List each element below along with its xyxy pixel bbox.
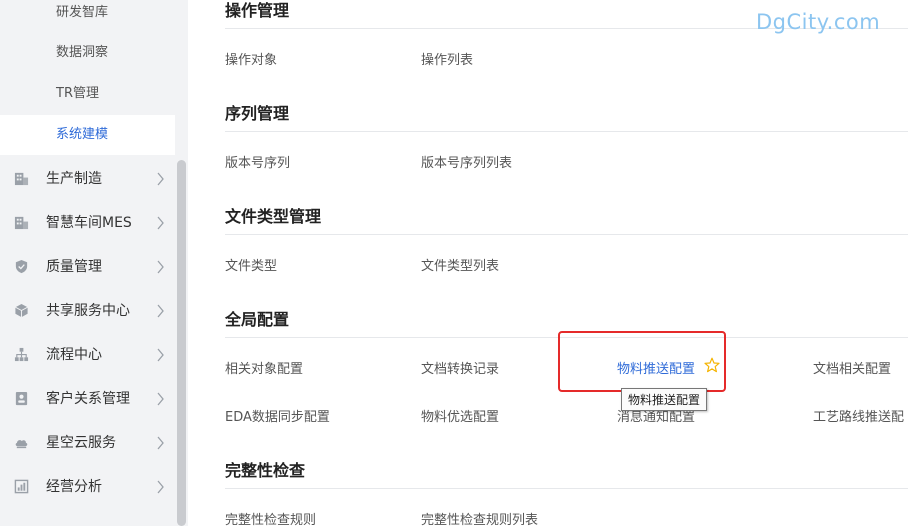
sidebar-scrollbar-thumb[interactable] — [177, 160, 186, 526]
watermark: DgCity.com — [756, 10, 881, 34]
sidebar-item-label: 生产制造 — [46, 171, 102, 187]
link-doc-related-config[interactable]: 文档相关配置 — [813, 358, 891, 377]
sidebar-subitem-label: 研发智库 — [56, 5, 109, 20]
link-integrity-rule[interactable]: 完整性检查规则 — [225, 509, 316, 526]
section-title-file-type: 文件类型管理 — [225, 207, 322, 226]
sidebar-subitem-label: 数据洞察 — [56, 45, 109, 60]
tooltip: 物料推送配置 — [621, 388, 708, 411]
link-eda-sync-config[interactable]: EDA数据同步配置 — [225, 406, 330, 425]
sidebar-item-smart-workshop-mes[interactable]: 智慧车间MES — [0, 201, 175, 245]
sidebar-subitem-data-insight[interactable]: 数据洞察 — [0, 33, 175, 73]
cloud-icon — [15, 440, 28, 449]
sidebar-item-label: 经营分析 — [46, 479, 102, 495]
favorite-star-icon[interactable] — [704, 357, 720, 373]
link-version-sequence-list[interactable]: 版本号序列列表 — [421, 152, 512, 171]
sidebar-item-shared-services[interactable]: 共享服务中心 — [0, 289, 175, 333]
chevron-right-icon — [157, 216, 164, 230]
section-title-integrity-check: 完整性检查 — [225, 461, 306, 480]
shield-icon — [15, 259, 28, 274]
sidebar-item-cloud-service[interactable]: 星空云服务 — [0, 421, 175, 465]
link-material-preference-config[interactable]: 物料优选配置 — [421, 406, 499, 425]
building-icon — [14, 216, 29, 230]
link-operation-object[interactable]: 操作对象 — [225, 49, 277, 68]
sidebar-subitem-tr-management[interactable]: TR管理 — [0, 74, 175, 114]
sidebar-item-process-center[interactable]: 流程中心 — [0, 333, 175, 377]
link-operation-list[interactable]: 操作列表 — [421, 49, 473, 68]
chevron-right-icon — [157, 260, 164, 274]
sidebar-item-label: 智慧车间MES — [46, 215, 132, 231]
sidebar-item-quality[interactable]: 质量管理 — [0, 245, 175, 289]
hierarchy-icon — [14, 347, 29, 362]
sidebar-item-production[interactable]: 生产制造 — [0, 157, 175, 201]
link-file-type[interactable]: 文件类型 — [225, 255, 277, 274]
sidebar-subitem-label: TR管理 — [56, 86, 99, 101]
section-divider — [225, 131, 908, 132]
link-file-type-list[interactable]: 文件类型列表 — [421, 255, 499, 274]
sidebar-subitem-label: 系统建模 — [56, 127, 109, 142]
link-process-route-push-config[interactable]: 工艺路线推送配 — [813, 406, 904, 425]
highlight-box — [558, 331, 726, 392]
section-title-sequence: 序列管理 — [225, 104, 290, 123]
chevron-right-icon — [157, 480, 164, 494]
chevron-right-icon — [157, 348, 164, 362]
sidebar-item-label: 质量管理 — [46, 259, 102, 275]
sidebar-item-label: 客户关系管理 — [46, 391, 130, 407]
section-title-global-config: 全局配置 — [225, 310, 290, 329]
sidebar-item-crm[interactable]: 客户关系管理 — [0, 377, 175, 421]
main-content: 操作管理 操作对象 操作列表 序列管理 版本号序列 版本号序列列表 文件类型管理… — [188, 0, 908, 526]
chevron-right-icon — [157, 392, 164, 406]
building-icon — [14, 172, 29, 186]
sidebar-item-label: 共享服务中心 — [46, 303, 130, 319]
sidebar-subitem-system-modeling[interactable]: 系统建模 — [0, 115, 175, 155]
link-integrity-rule-list[interactable]: 完整性检查规则列表 — [421, 509, 538, 526]
link-version-sequence[interactable]: 版本号序列 — [225, 152, 290, 171]
chevron-right-icon — [157, 436, 164, 450]
section-title-operation: 操作管理 — [225, 1, 290, 20]
sidebar-item-label: 星空云服务 — [46, 435, 116, 451]
link-related-object-config[interactable]: 相关对象配置 — [225, 358, 303, 377]
sidebar-item-business-analysis[interactable]: 经营分析 — [0, 465, 175, 509]
contact-card-icon — [15, 391, 28, 406]
sidebar: 研发智库 数据洞察 TR管理 系统建模 生产制造 智慧车间MES 质量管理 共享… — [0, 0, 188, 526]
analytics-icon — [14, 479, 29, 494]
sidebar-subitem-rd-library[interactable]: 研发智库 — [0, 0, 175, 33]
sidebar-item-label: 流程中心 — [46, 347, 102, 363]
chevron-right-icon — [157, 172, 164, 186]
section-divider — [225, 488, 908, 489]
link-doc-conversion-record[interactable]: 文档转换记录 — [421, 358, 499, 377]
section-divider — [225, 234, 908, 235]
chevron-right-icon — [157, 304, 164, 318]
hexagon-icon — [15, 303, 28, 318]
